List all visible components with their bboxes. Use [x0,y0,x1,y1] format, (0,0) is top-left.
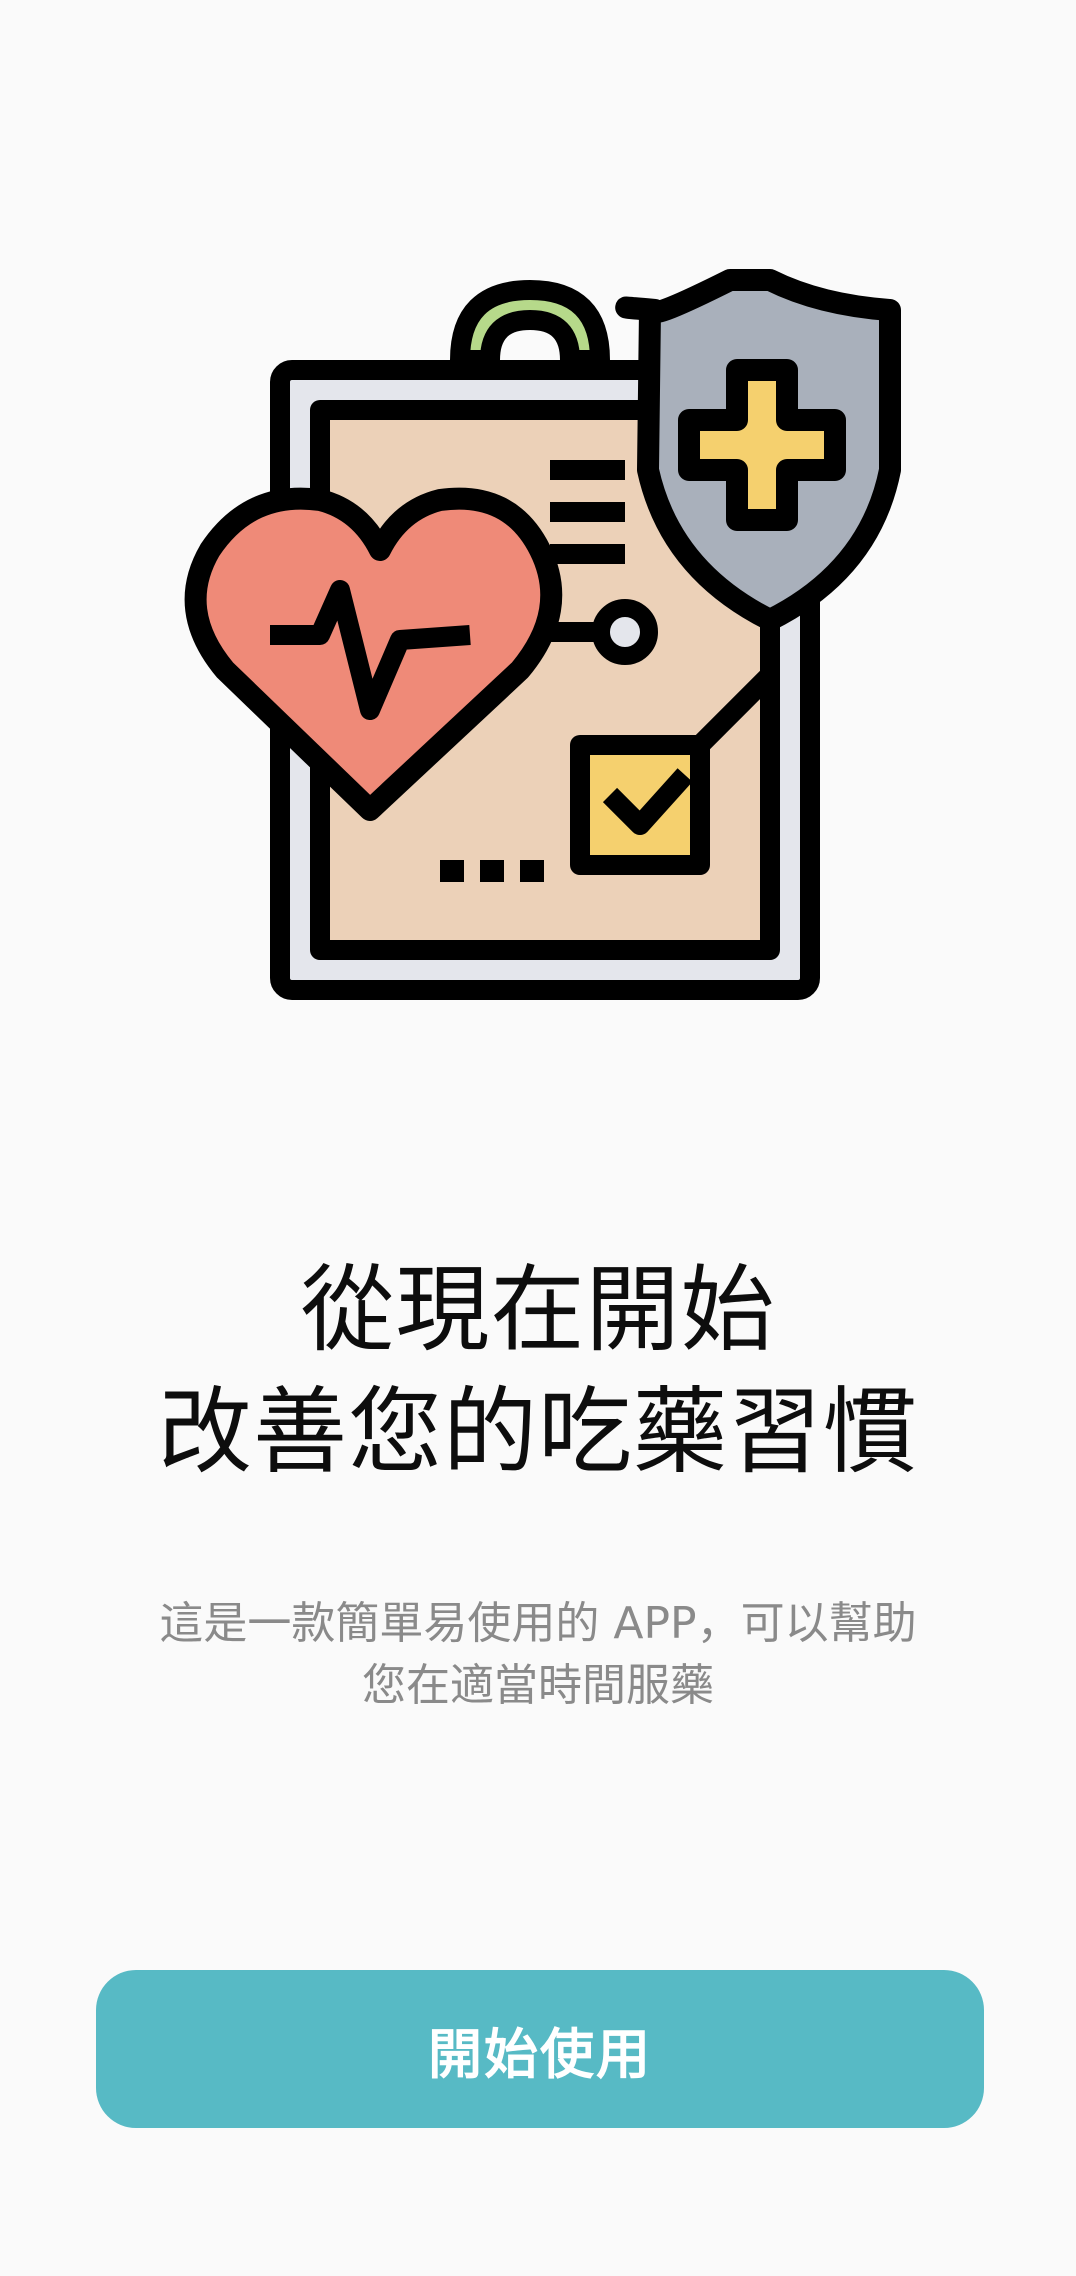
start-button[interactable]: 開始使用 [96,1970,984,2128]
headline-line-2: 改善您的吃藥習慣 [157,1378,918,1487]
medical-record-clipboard-icon [184,269,901,1000]
headline: 從現在開始 改善您的吃藥習慣 [0,1250,1076,1494]
subtitle-line-2: 您在適當時間服藥 [362,1660,714,1711]
subtitle-line-1: 這是一款簡單易使用的 APP，可以幫助 [159,1598,917,1649]
subtitle: 這是一款簡單易使用的 APP，可以幫助 您在適當時間服藥 [90,1593,986,1717]
headline-line-1: 從現在開始 [300,1256,776,1365]
onboarding-screen: 從現在開始 改善您的吃藥習慣 這是一款簡單易使用的 APP，可以幫助 您在適當時… [0,0,1076,2276]
